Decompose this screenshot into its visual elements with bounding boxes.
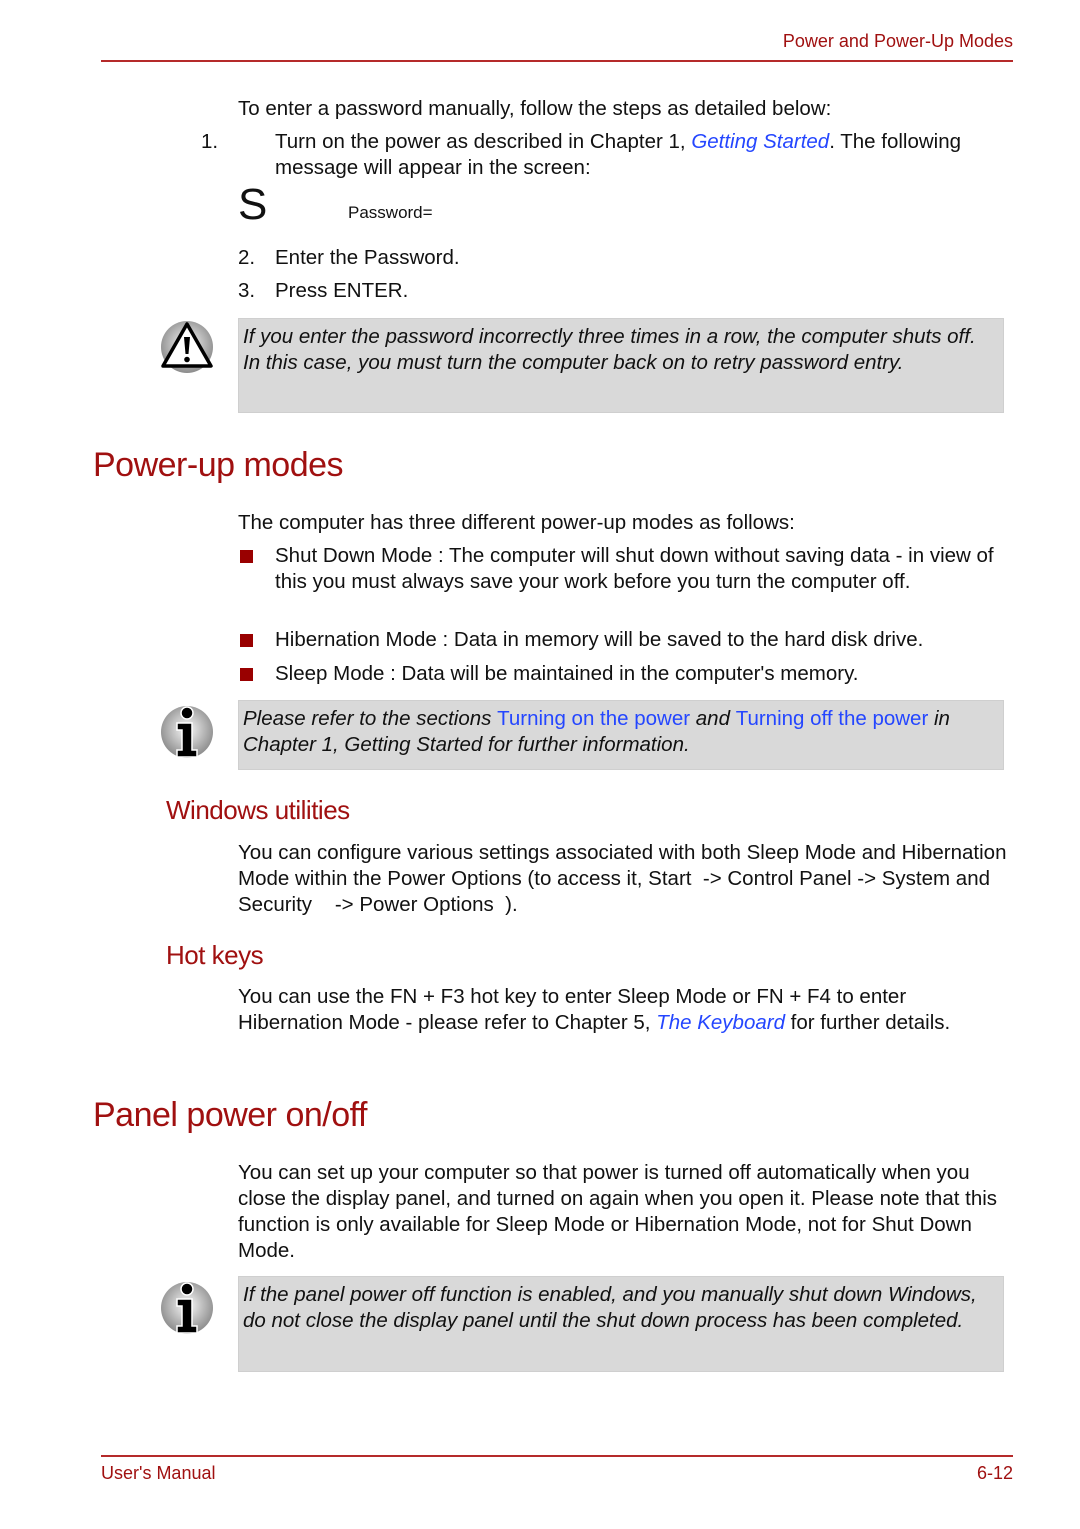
note-text: Please refer to the sections [243,707,498,730]
step-text: Enter the Password. [275,246,460,269]
step-text: Turn on the power as described in Chapte… [275,130,692,153]
warning-icon [158,318,216,376]
footer-divider [101,1455,1013,1457]
info-note: Please refer to the sections Turning on … [238,700,1004,770]
step-3: 3. Press ENTER. [238,278,408,304]
section-heading-panel-power: Panel power on/off [93,1096,367,1134]
password-prompt: Password= [348,203,433,222]
windows-utilities-text: You can configure various settings assoc… [238,841,1013,916]
section-heading-power-up-modes: Power-up modes [93,446,344,484]
list-item: Sleep Mode : Data will be maintained in … [238,661,1008,687]
step-1: 1. Turn on the power as described in Chap… [201,129,1015,181]
hot-keys-text: You can use the FN + F3 hot key to enter… [238,984,1008,1036]
step-number: 3. [238,279,256,302]
list-item: Shut Down Mode : The computer will shut … [238,543,1008,595]
the-keyboard-link[interactable]: The Keyboard [656,1011,785,1034]
turning-on-the-power-link[interactable]: Turning on the power [497,707,690,730]
info-icon [158,1278,216,1336]
step-number: 2. [238,246,256,269]
panel-power-note: If the panel power off function is enabl… [238,1276,1004,1372]
bullet-square-icon [240,634,253,647]
power-up-intro: The computer has three different power-u… [238,511,795,534]
step-2: 2. Enter the Password. [238,245,460,271]
screen-glyph: S [238,180,268,229]
step-number: 1. [201,130,219,153]
bullet-text: Shut Down Mode : The computer will shut … [275,544,994,593]
bullet-square-icon [240,550,253,563]
footer-manual-title: User's Manual [101,1463,216,1483]
header-divider [101,60,1013,62]
subheading-windows-utilities: Windows utilities [166,795,350,825]
turning-off-the-power-link[interactable]: Turning off the power [736,707,929,730]
info-icon [158,702,216,760]
bullet-text: Hibernation Mode : Data in memory will b… [275,628,924,651]
panel-power-text: You can set up your computer so that pow… [238,1161,998,1262]
warning-note: If you enter the password incorrectly th… [238,318,1004,413]
list-item: Hibernation Mode : Data in memory will b… [238,627,1008,653]
bullet-text: Sleep Mode : Data will be maintained in … [275,662,859,685]
note-text: and [690,707,736,730]
step-text: Press ENTER. [275,279,409,302]
bullet-square-icon [240,668,253,681]
getting-started-link[interactable]: Getting Started [691,130,829,153]
page-number: 6-12 [976,1463,1013,1483]
intro-text: To enter a password manually, follow the… [238,97,832,120]
subheading-hot-keys: Hot keys [166,940,264,970]
running-header: Power and Power-Up Modes [782,31,1013,51]
hot-keys-text-part: for further details. [784,1011,951,1034]
